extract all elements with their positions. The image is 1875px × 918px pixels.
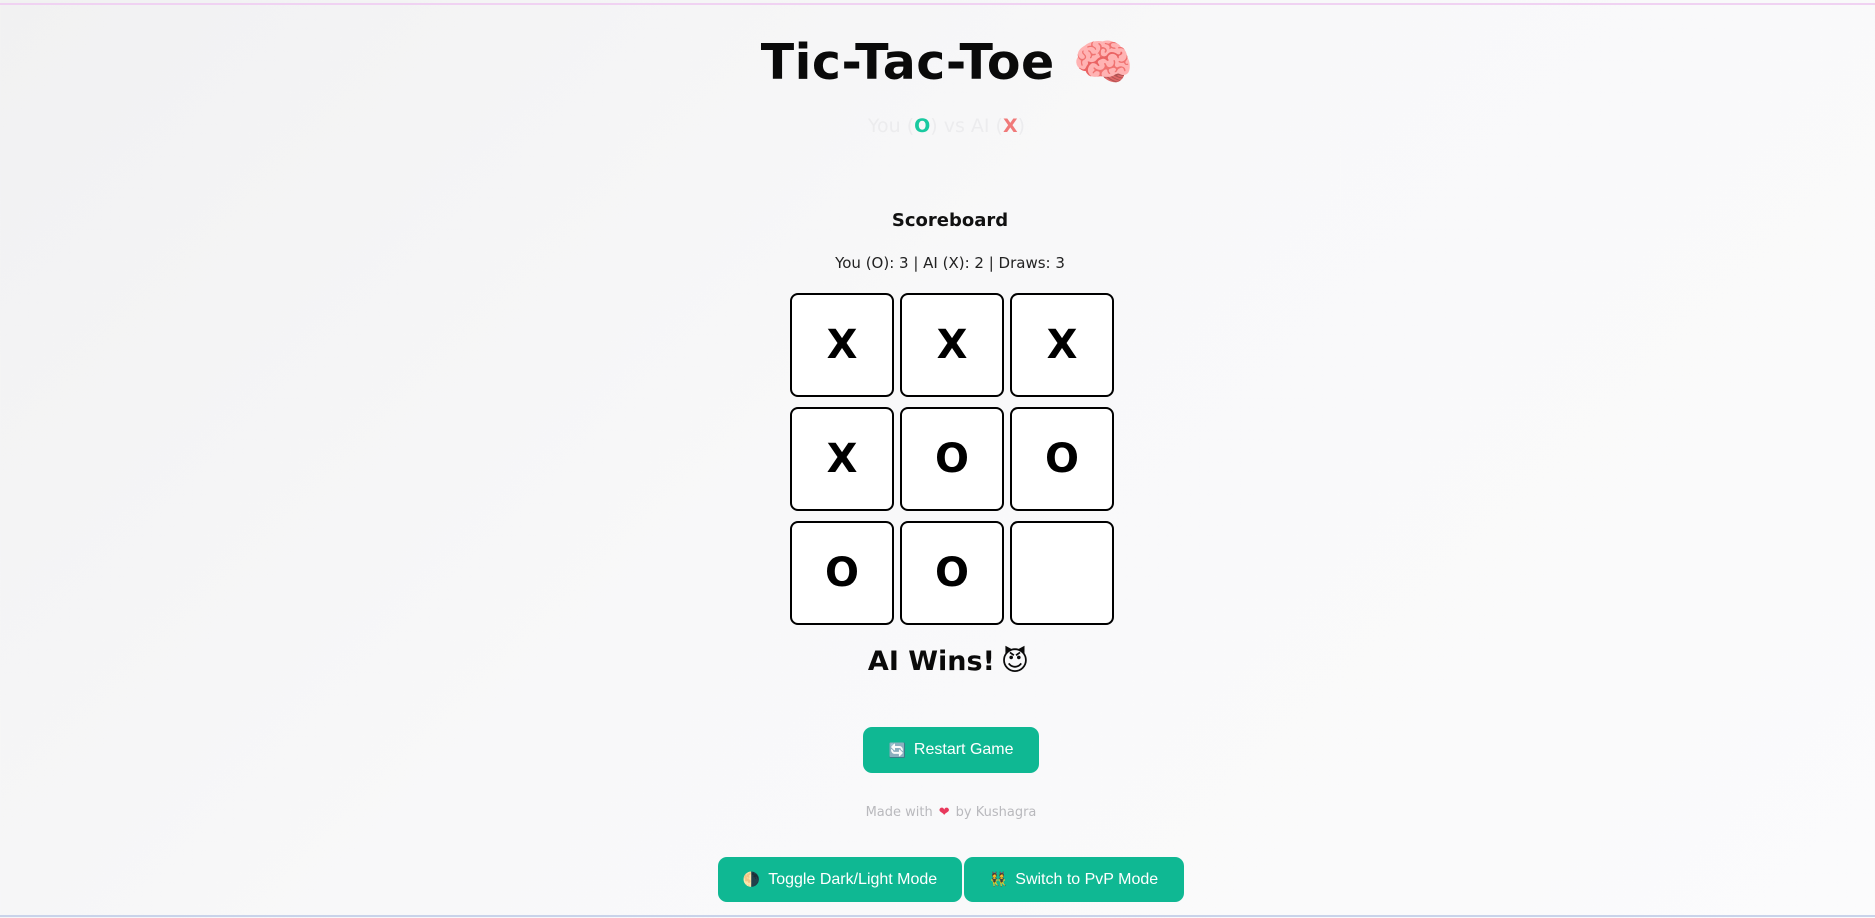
- theme-icon: 🌗: [742, 871, 761, 887]
- match-subtitle: You (O) vs AI (X): [0, 115, 1875, 137]
- ai-mark: X: [1002, 115, 1018, 137]
- game-status: AI Wins! 😈: [0, 646, 1875, 677]
- board-cell-7[interactable]: O: [790, 521, 894, 625]
- scoreboard-heading: Scoreboard: [891, 210, 1009, 231]
- subtitle-middle: ) vs AI (: [930, 115, 1003, 137]
- pvp-mode-label: Switch to PvP Mode: [1015, 870, 1159, 888]
- restart-button[interactable]: 🔄 Restart Game: [863, 727, 1039, 773]
- title-text: Tic-Tac-Toe: [760, 34, 1055, 91]
- page-title: Tic-Tac-Toe 🧠: [0, 34, 1875, 91]
- status-text: AI Wins!: [867, 646, 995, 677]
- toggle-theme-button[interactable]: 🌗 Toggle Dark/Light Mode: [718, 857, 962, 902]
- game-board: X X X X O O O O: [790, 293, 1116, 625]
- subtitle-prefix: You (: [867, 115, 915, 137]
- board-cell-8[interactable]: O: [900, 521, 1004, 625]
- restart-label: Restart Game: [913, 741, 1014, 758]
- board-cell-6[interactable]: O: [1010, 407, 1114, 511]
- footer-credit: Made with ❤ by Kushagra: [0, 805, 1875, 820]
- top-border-line: [0, 3, 1875, 5]
- board-cell-3[interactable]: X: [1010, 293, 1114, 397]
- scoreboard-line: You (O): 3 | AI (X): 2 | Draws: 3: [835, 254, 1065, 272]
- restart-icon: 🔄: [888, 741, 906, 758]
- board-cell-2[interactable]: X: [900, 293, 1004, 397]
- heart-icon: ❤: [938, 805, 950, 820]
- footer-prefix: Made with: [865, 805, 933, 820]
- subtitle-suffix: ): [1017, 115, 1026, 137]
- board-cell-4[interactable]: X: [790, 407, 894, 511]
- player-mark: O: [914, 115, 931, 137]
- board-cell-5[interactable]: O: [900, 407, 1004, 511]
- pvp-mode-button[interactable]: 👯 Switch to PvP Mode: [964, 857, 1184, 902]
- footer-suffix: by Kushagra: [955, 805, 1037, 820]
- bottom-border-line: [0, 915, 1875, 917]
- board-cell-9[interactable]: [1010, 521, 1114, 625]
- board-cell-1[interactable]: X: [790, 293, 894, 397]
- brain-icon: 🧠: [1072, 34, 1135, 91]
- people-icon: 👯: [989, 871, 1008, 887]
- toggle-theme-label: Toggle Dark/Light Mode: [768, 870, 938, 888]
- devil-icon: 😈: [1000, 646, 1030, 677]
